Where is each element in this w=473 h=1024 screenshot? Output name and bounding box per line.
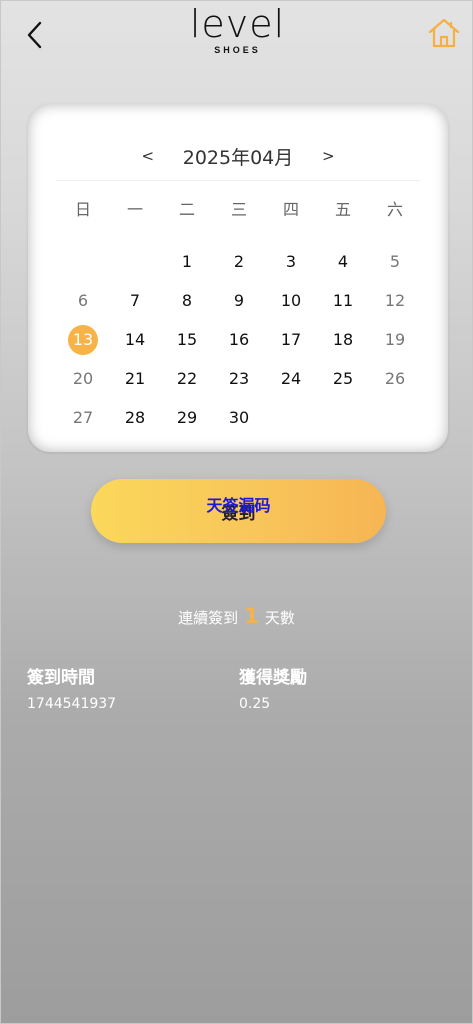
calendar-day[interactable]: 9: [213, 281, 265, 320]
day-number: 4: [337, 252, 349, 271]
calendar-day[interactable]: 8: [161, 281, 213, 320]
day-number: 22: [176, 369, 198, 388]
calendar-day[interactable]: 2: [213, 242, 265, 281]
weekday-header: 四: [282, 200, 299, 219]
streak-prefix: 連續簽到: [178, 609, 239, 627]
day-number: 20: [72, 369, 94, 388]
day-number: 11: [332, 291, 354, 310]
reward-value: 0.25: [239, 696, 271, 712]
calendar-day[interactable]: 28: [109, 398, 161, 437]
check-in-overlay-text: 天签漏码: [206, 496, 271, 515]
calendar-day[interactable]: 16: [213, 320, 265, 359]
calendar-day[interactable]: 30: [213, 398, 265, 437]
calendar-blank-cell: [109, 242, 161, 281]
logo-subtitle: SHOES: [214, 45, 261, 55]
check-in-time-label: 簽到時間: [27, 668, 95, 688]
day-number: 19: [384, 330, 406, 349]
day-number: 17: [280, 330, 302, 349]
current-month: 2025年04月: [182, 146, 294, 169]
calendar-grid: 日一二三四五六 1 2 3 4 5 6 7 8 9 10 11 12 13 14 15 16 17 18 19 20 21…: [57, 186, 421, 437]
day-number: 21: [124, 369, 146, 388]
day-number: 6: [77, 291, 89, 310]
streak-summary: 連續簽到 1 天數: [1, 604, 472, 628]
prev-month-button[interactable]: <: [133, 147, 163, 165]
reward-section: 獲得獎勵 0.25: [239, 667, 307, 714]
calendar-day[interactable]: 10: [265, 281, 317, 320]
calendar-header: < 2025年04月 >: [56, 132, 420, 181]
weekday-header: 五: [334, 200, 351, 219]
calendar-day[interactable]: 6: [57, 281, 109, 320]
day-number: 1: [181, 252, 193, 271]
app-header: level SHOES: [1, 1, 473, 71]
day-number: 18: [332, 330, 354, 349]
weekday-header: 六: [386, 200, 403, 219]
calendar-card: < 2025年04月 > 日一二三四五六 1 2 3 4 5 6 7 8 9 10 11 12 13 14 1…: [28, 104, 448, 452]
streak-suffix: 天數: [264, 609, 295, 627]
streak-count: 1: [244, 604, 259, 628]
calendar-day[interactable]: 17: [265, 320, 317, 359]
next-month-button[interactable]: >: [313, 147, 343, 165]
home-icon: [428, 18, 460, 48]
weekday-header: 日: [74, 200, 91, 219]
day-number: 26: [384, 369, 406, 388]
check-in-time-section: 簽到時間 1744541937: [27, 667, 116, 714]
day-number: 14: [124, 330, 146, 349]
calendar-day[interactable]: 24: [265, 359, 317, 398]
calendar-day[interactable]: 1: [161, 242, 213, 281]
calendar-day[interactable]: 26: [369, 359, 421, 398]
day-number: 25: [332, 369, 354, 388]
reward-label: 獲得獎勵: [239, 668, 307, 688]
calendar-day[interactable]: 18: [317, 320, 369, 359]
calendar-day[interactable]: 23: [213, 359, 265, 398]
day-number: 10: [280, 291, 302, 310]
calendar-day[interactable]: 25: [317, 359, 369, 398]
day-number: 7: [129, 291, 141, 310]
check-in-button[interactable]: 簽到 天签漏码: [91, 479, 386, 543]
check-in-time-value: 1744541937: [27, 696, 117, 712]
calendar-day[interactable]: 4: [317, 242, 369, 281]
calendar-day[interactable]: 22: [161, 359, 213, 398]
calendar-day[interactable]: 27: [57, 398, 109, 437]
home-button[interactable]: [426, 15, 462, 51]
day-number: 24: [280, 369, 302, 388]
day-number: 8: [181, 291, 193, 310]
day-number: 29: [176, 408, 198, 427]
day-number: 15: [176, 330, 198, 349]
day-number: 30: [228, 408, 250, 427]
calendar-day[interactable]: 21: [109, 359, 161, 398]
selected-day-number: 13: [68, 324, 98, 355]
calendar-day[interactable]: 5: [369, 242, 421, 281]
calendar-day[interactable]: 20: [57, 359, 109, 398]
calendar-day[interactable]: 12: [369, 281, 421, 320]
day-number: 3: [285, 252, 297, 271]
brand-logo: level SHOES: [1, 3, 473, 55]
day-number: 16: [228, 330, 250, 349]
day-number: 27: [72, 408, 94, 427]
logo-wordmark: level: [189, 2, 286, 46]
calendar-day[interactable]: 11: [317, 281, 369, 320]
weekday-header: 三: [230, 200, 247, 219]
day-number: 9: [233, 291, 245, 310]
calendar-day[interactable]: 7: [109, 281, 161, 320]
calendar-day[interactable]: 15: [161, 320, 213, 359]
weekday-header: 一: [126, 200, 143, 219]
day-number: 23: [228, 369, 250, 388]
day-number: 2: [233, 252, 245, 271]
day-number: 28: [124, 408, 146, 427]
day-number: 5: [389, 252, 401, 271]
calendar-day[interactable]: 3: [265, 242, 317, 281]
weekday-header: 二: [178, 200, 195, 219]
calendar-day[interactable]: 14: [109, 320, 161, 359]
day-number: 12: [384, 291, 406, 310]
calendar-day-selected[interactable]: 13: [57, 320, 109, 359]
calendar-day[interactable]: 29: [161, 398, 213, 437]
calendar-day[interactable]: 19: [369, 320, 421, 359]
calendar-blank-cell: [57, 242, 109, 281]
